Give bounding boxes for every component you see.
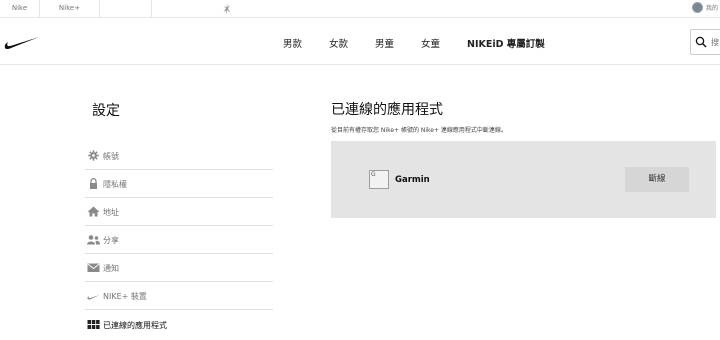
disconnect-button[interactable]: 斷線 — [625, 167, 689, 192]
page-subtitle: 從目前有權存取您 Nike+ 帳號的 Nike+ 連線應用程式中斷連線。 — [331, 127, 507, 134]
tab-nike[interactable]: Nike — [0, 0, 40, 18]
sidebar-item-sharing[interactable]: 分享 — [85, 226, 273, 254]
sidebar-item-devices[interactable]: NIKE+ 裝置 — [85, 282, 273, 310]
search-input[interactable]: 搜 — [690, 29, 720, 55]
lock-icon — [90, 178, 97, 189]
nike-swoosh-logo[interactable] — [4, 34, 40, 50]
grid-icon — [87, 320, 100, 329]
sidebar-item-label: 已連線的應用程式 — [103, 321, 167, 330]
search-placeholder: 搜 — [711, 38, 719, 47]
gear-icon — [88, 150, 99, 161]
app-name: Garmin — [395, 175, 430, 185]
sidebar-item-label: 分享 — [103, 236, 119, 245]
sidebar-item-label: 通知 — [103, 264, 119, 273]
nav-men[interactable]: 男款 — [283, 36, 302, 50]
settings-title: 設定 — [92, 103, 120, 119]
connected-app-card: G Garmin 斷線 — [331, 141, 716, 218]
nav-nikeid[interactable]: NIKEiD 專屬訂製 — [467, 36, 545, 50]
sidebar-item-label: NIKE+ 裝置 — [103, 292, 147, 301]
sidebar-item-connected-apps[interactable]: 已連線的應用程式 — [85, 311, 273, 339]
app-logo-broken-image: G — [369, 170, 389, 189]
tab-nike-plus[interactable]: Nike+ — [40, 0, 100, 18]
people-icon — [87, 235, 100, 245]
sidebar-item-privacy[interactable]: 隱私權 — [85, 170, 273, 198]
top-bar: Nike Nike+ 我的 — [0, 0, 720, 18]
home-icon — [87, 206, 100, 217]
app-logo-alt: G — [371, 171, 376, 178]
sidebar-item-address[interactable]: 地址 — [85, 198, 273, 226]
nav-girls[interactable]: 女童 — [421, 36, 440, 50]
nav-women[interactable]: 女款 — [329, 36, 348, 50]
sidebar-item-label: 地址 — [103, 208, 119, 217]
search-icon — [695, 36, 707, 48]
envelope-icon — [87, 263, 100, 272]
sidebar-item-notifications[interactable]: 通知 — [85, 254, 273, 282]
nav-boys[interactable]: 男童 — [375, 36, 394, 50]
sidebar-item-label: 帳號 — [103, 152, 119, 161]
sidebar-item-account[interactable]: 帳號 — [85, 142, 273, 170]
sidebar-item-label: 隱私權 — [103, 180, 127, 189]
page-title: 已連線的應用程式 — [331, 102, 443, 118]
user-menu-label[interactable]: 我的 — [706, 3, 718, 12]
jordan-icon — [223, 3, 231, 15]
swoosh-icon — [87, 295, 100, 300]
main-nav: 男款 女款 男童 女童 NIKEiD 專屬訂製 搜 — [0, 19, 720, 65]
tab-jordan[interactable] — [100, 0, 231, 18]
avatar[interactable] — [692, 2, 703, 13]
